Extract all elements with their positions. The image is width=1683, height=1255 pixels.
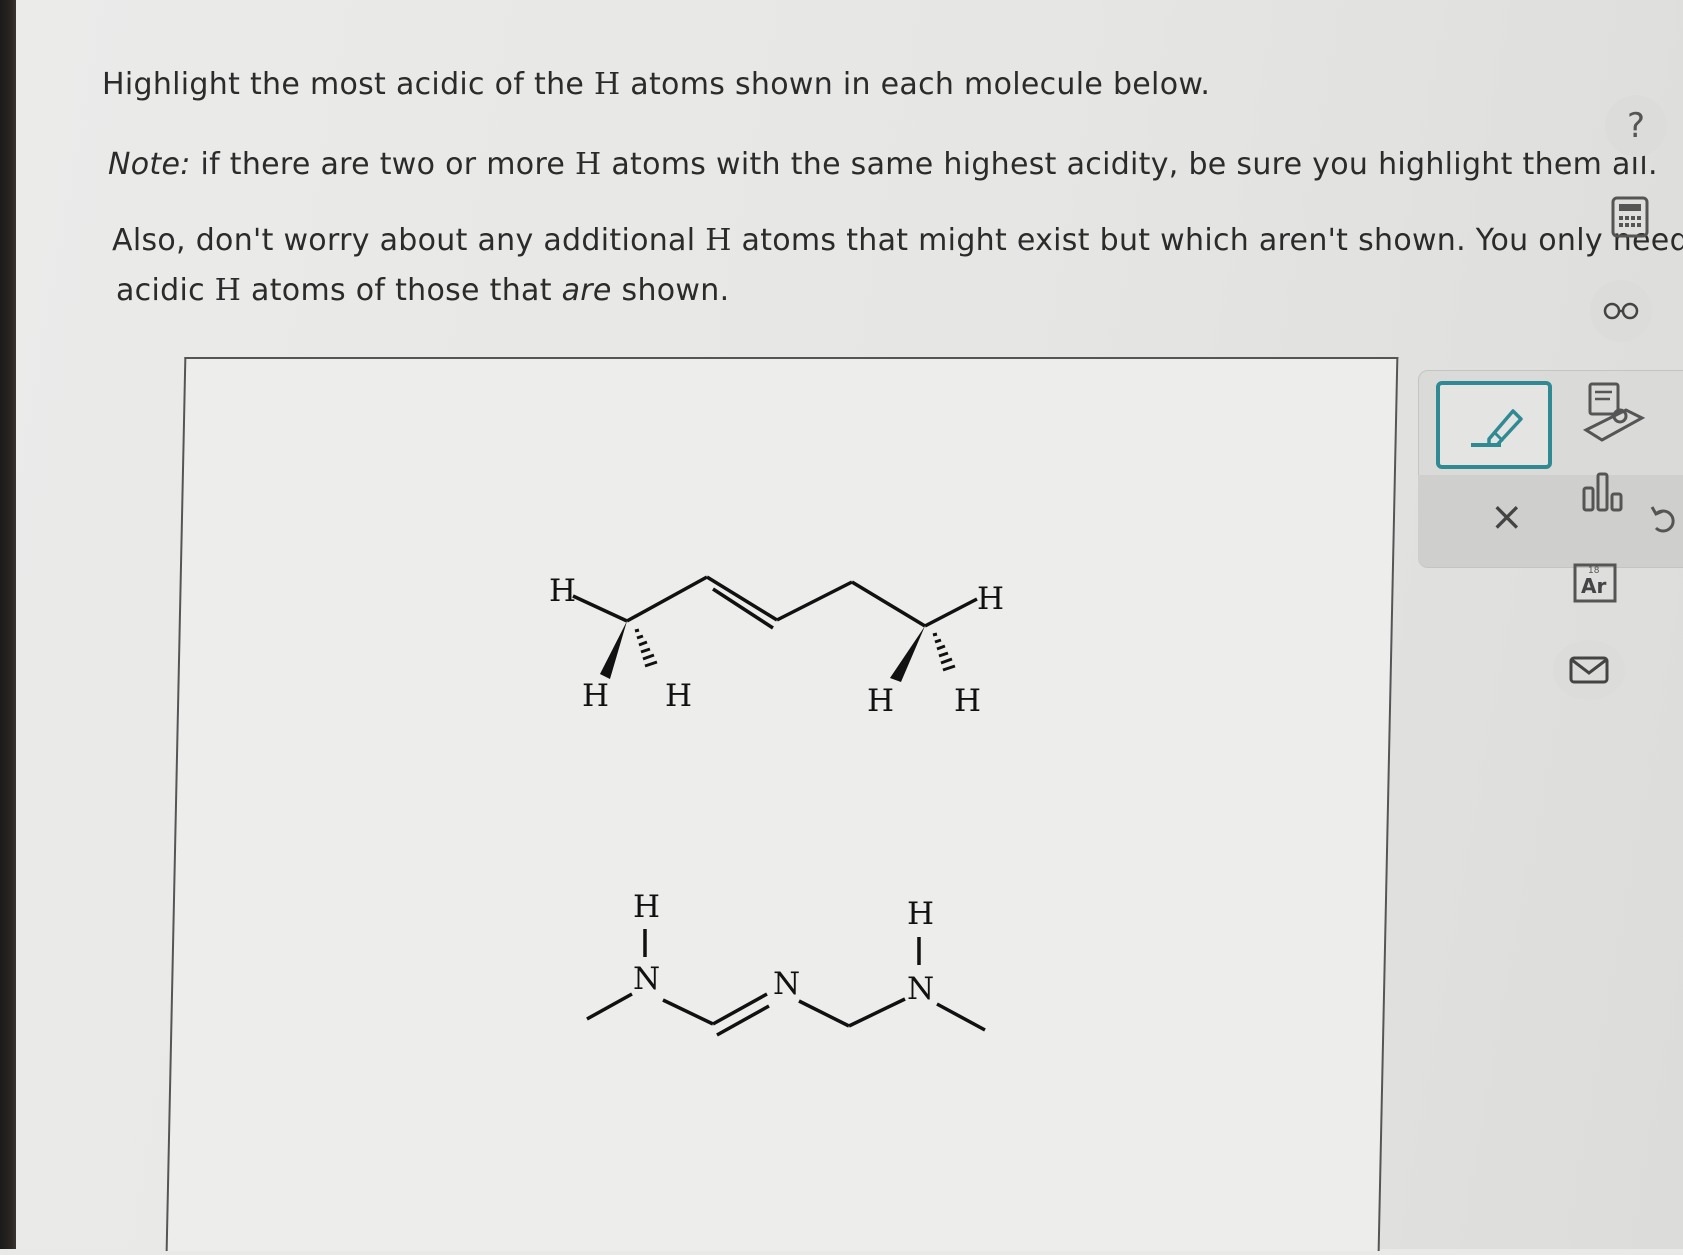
molecule-drawing: H H H H H H H N N H N bbox=[177, 359, 1387, 1251]
molecule-canvas[interactable]: H H H H H H H N N H N bbox=[166, 357, 1399, 1251]
hydrogen-atom[interactable]: H bbox=[665, 678, 692, 714]
clear-button[interactable]: × bbox=[1490, 497, 1524, 537]
question-text: atoms of those that bbox=[241, 273, 561, 308]
undo-icon bbox=[1650, 502, 1678, 536]
question-mark-icon: ? bbox=[1627, 106, 1645, 146]
nitrogen-atom: N bbox=[907, 971, 934, 1007]
chemistry-reference-button[interactable] bbox=[1580, 380, 1646, 450]
calculator-icon bbox=[1610, 196, 1650, 238]
note-text: if there are two or more bbox=[191, 147, 575, 182]
hydrogen-atom[interactable]: H bbox=[954, 683, 981, 719]
highlighter-icon bbox=[1461, 399, 1527, 451]
question-emphasis: are bbox=[562, 273, 612, 308]
hydrogen-atom[interactable]: H bbox=[582, 678, 609, 714]
book-icon bbox=[1580, 380, 1646, 446]
tool-panel-actions bbox=[1418, 475, 1683, 567]
help-button[interactable]: ? bbox=[1605, 95, 1667, 157]
note-label: Note: bbox=[108, 147, 191, 182]
question-text: acidic bbox=[116, 273, 215, 308]
periodic-symbol: Ar bbox=[1581, 574, 1606, 598]
question-note: Note: if there are two or more H atoms w… bbox=[108, 146, 1658, 184]
note-text: atoms with the same highest acidity, be … bbox=[601, 147, 1657, 182]
nitrogen-atom: N bbox=[773, 966, 800, 1002]
question-line-1: Highlight the most acidic of the H atoms… bbox=[102, 66, 1210, 104]
close-icon: × bbox=[1490, 494, 1524, 540]
question-text: shown. bbox=[612, 273, 730, 308]
question-line-4: acidic H atoms of those that are shown. bbox=[116, 272, 729, 310]
wedge-bond bbox=[600, 621, 627, 679]
bar-chart-icon bbox=[1580, 470, 1626, 514]
mail-icon bbox=[1568, 655, 1610, 685]
wedge-bond bbox=[890, 626, 925, 682]
glasses-button[interactable] bbox=[1590, 280, 1652, 342]
h-symbol: H bbox=[705, 223, 731, 258]
calculator-button[interactable] bbox=[1599, 186, 1661, 248]
data-button[interactable] bbox=[1580, 470, 1626, 518]
hydrogen-atom[interactable]: H bbox=[549, 573, 576, 609]
highlighter-tool-button[interactable] bbox=[1436, 381, 1552, 469]
message-button[interactable] bbox=[1553, 640, 1625, 700]
hash-bond bbox=[635, 630, 657, 666]
undo-button[interactable] bbox=[1650, 502, 1678, 540]
periodic-table-button[interactable]: 18 Ar bbox=[1572, 562, 1618, 608]
hydrogen-atom[interactable]: H bbox=[633, 889, 660, 925]
hydrogen-atom[interactable]: H bbox=[977, 581, 1004, 617]
h-symbol: H bbox=[575, 147, 601, 182]
hydrogen-atom[interactable]: H bbox=[867, 683, 894, 719]
hash-bond bbox=[933, 634, 955, 670]
question-text: atoms shown in each molecule below. bbox=[620, 67, 1210, 102]
question-text: Also, don't worry about any additional bbox=[112, 223, 705, 258]
nitrogen-atom: N bbox=[633, 961, 660, 997]
hydrogen-atom[interactable]: H bbox=[907, 896, 934, 932]
molecule-1 bbox=[573, 577, 977, 628]
glasses-icon bbox=[1601, 301, 1641, 321]
question-text: Highlight the most acidic of the bbox=[102, 67, 594, 102]
question-text: atoms that might exist but which aren't … bbox=[732, 223, 1683, 258]
device-bezel bbox=[0, 0, 16, 1249]
h-symbol: H bbox=[215, 273, 241, 308]
question-line-3: Also, don't worry about any additional H… bbox=[112, 222, 1683, 260]
h-symbol: H bbox=[594, 67, 620, 102]
